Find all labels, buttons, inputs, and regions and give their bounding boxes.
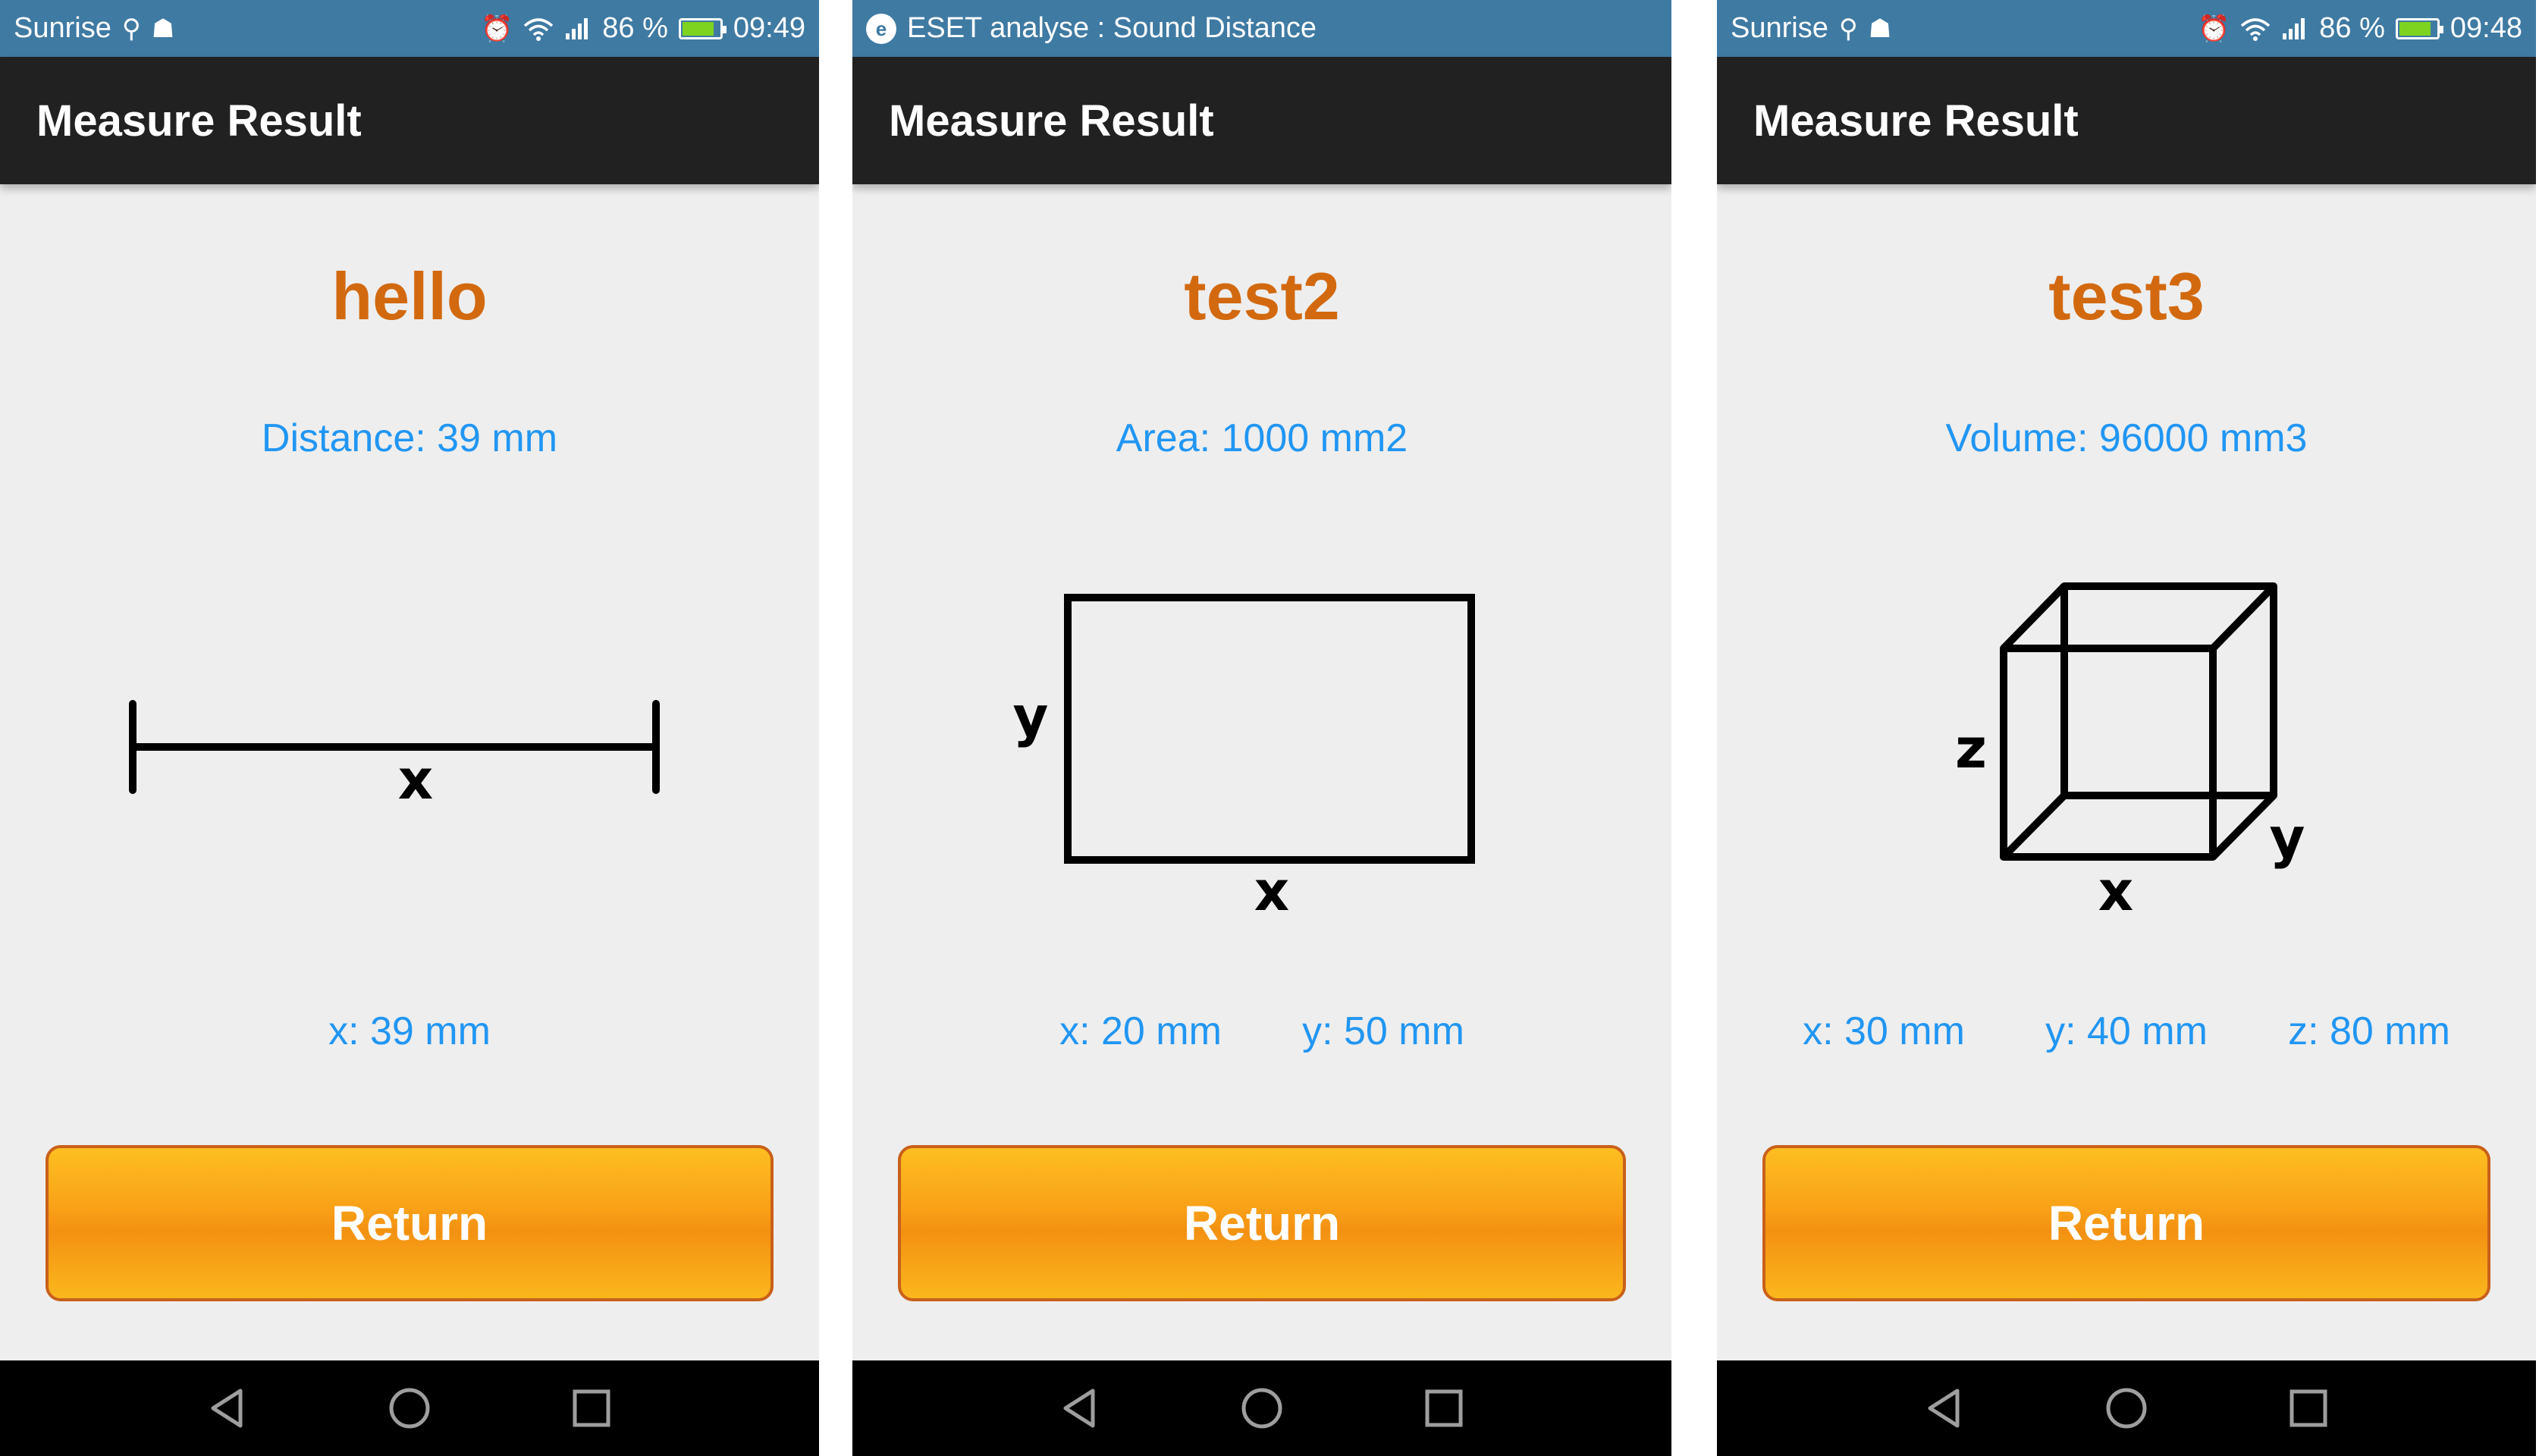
line-diagram: x <box>129 700 660 811</box>
dimension-x: x: 39 mm <box>328 1009 491 1053</box>
carrier-label: Sunrise <box>1731 12 1828 44</box>
dimension-y: y: 40 mm <box>2045 1009 2208 1053</box>
navigation-bar <box>1717 1360 2536 1456</box>
dimension-x: x: 20 mm <box>1059 1009 1222 1053</box>
return-button[interactable]: Return <box>46 1145 774 1301</box>
clock: 09:48 <box>2450 12 2522 44</box>
status-bar: Sunrise ⚲ ☗ ⏰ 86 % <box>1717 0 2536 57</box>
wifi-icon <box>2241 17 2271 41</box>
distance-result: Distance: 39 mm <box>261 416 558 460</box>
back-icon[interactable] <box>1053 1382 1106 1435</box>
y-axis-label: y <box>1013 685 1049 748</box>
status-bar: Sunrise ⚲ ☗ ⏰ 86 % <box>0 0 819 57</box>
navigation-bar <box>852 1360 1671 1456</box>
android-debug-icon: ☗ <box>151 14 175 43</box>
signal-icon <box>566 17 588 39</box>
battery-percentage: 86 % <box>2319 12 2385 44</box>
app-bar: Measure Result <box>852 57 1671 184</box>
cube-shape <box>2000 582 2277 861</box>
x-axis-label: x <box>1254 859 1289 923</box>
battery-charging-icon <box>2395 17 2443 39</box>
battery-level <box>2399 21 2431 36</box>
x-axis-label: x <box>398 748 433 811</box>
back-icon[interactable] <box>1918 1382 1971 1435</box>
signal-icon <box>2283 17 2305 39</box>
alarm-icon: ⏰ <box>480 14 513 43</box>
carrier-label: Sunrise <box>14 12 111 44</box>
app-bar-title: Measure Result <box>36 96 362 146</box>
phone-screen-area: e ESET analyse : Sound Distance Measure … <box>852 0 1671 1456</box>
return-button[interactable]: Return <box>1762 1145 2490 1301</box>
area-result: Area: 1000 mm2 <box>1116 416 1408 460</box>
rectangle-shape <box>1064 594 1475 864</box>
recents-icon[interactable] <box>2282 1382 2335 1435</box>
dimension-y: y: 50 mm <box>1302 1009 1464 1053</box>
home-icon[interactable] <box>383 1382 436 1435</box>
alarm-icon: ⏰ <box>2197 14 2230 43</box>
app-bar: Measure Result <box>1717 57 2536 184</box>
usb-icon: ⚲ <box>121 14 141 43</box>
y-axis-label: y <box>2270 806 2305 870</box>
dimension-z: z: 80 mm <box>2288 1009 2450 1053</box>
cube-diagram: z x y <box>1955 582 2305 923</box>
clock: 09:49 <box>733 12 805 44</box>
phone-screen-distance: Sunrise ⚲ ☗ ⏰ 86 % 09:49 Measure Result … <box>0 0 819 1456</box>
measurement-title: test2 <box>1184 259 1340 334</box>
app-bar: Measure Result <box>0 57 819 184</box>
screenshot-collage: Sunrise ⚲ ☗ ⏰ 86 % 09:49 Measure Result … <box>0 0 2539 1456</box>
status-bar: e ESET analyse : Sound Distance <box>852 0 1671 57</box>
phone-screen-volume: Sunrise ⚲ ☗ ⏰ 86 % 09:48 Measure Result … <box>1717 0 2536 1456</box>
app-bar-title: Measure Result <box>889 96 1214 146</box>
battery-percentage: 86 % <box>602 12 668 44</box>
wifi-icon <box>524 17 554 41</box>
volume-result: Volume: 96000 mm3 <box>1945 416 2308 460</box>
android-debug-icon: ☗ <box>1868 14 1892 43</box>
navigation-bar <box>0 1360 819 1456</box>
app-bar-title: Measure Result <box>1753 96 2079 146</box>
x-axis-label: x <box>2098 859 2133 923</box>
return-button[interactable]: Return <box>898 1145 1626 1301</box>
notification-ticker: ESET analyse : Sound Distance <box>907 12 1317 44</box>
recents-icon[interactable] <box>1417 1382 1470 1435</box>
z-axis-label: z <box>1955 717 1987 780</box>
battery-charging-icon <box>678 17 727 39</box>
battery-level <box>682 21 714 36</box>
home-icon[interactable] <box>1235 1382 1288 1435</box>
eset-notification-icon: e <box>866 13 896 44</box>
back-icon[interactable] <box>201 1382 254 1435</box>
recents-icon[interactable] <box>565 1382 618 1435</box>
measurement-title: hello <box>331 259 488 334</box>
rectangle-diagram: y x <box>1013 594 1475 923</box>
home-icon[interactable] <box>2100 1382 2153 1435</box>
dimension-x: x: 30 mm <box>1803 1009 1965 1053</box>
measurement-title: test3 <box>2048 259 2205 334</box>
usb-icon: ⚲ <box>1838 14 1858 43</box>
